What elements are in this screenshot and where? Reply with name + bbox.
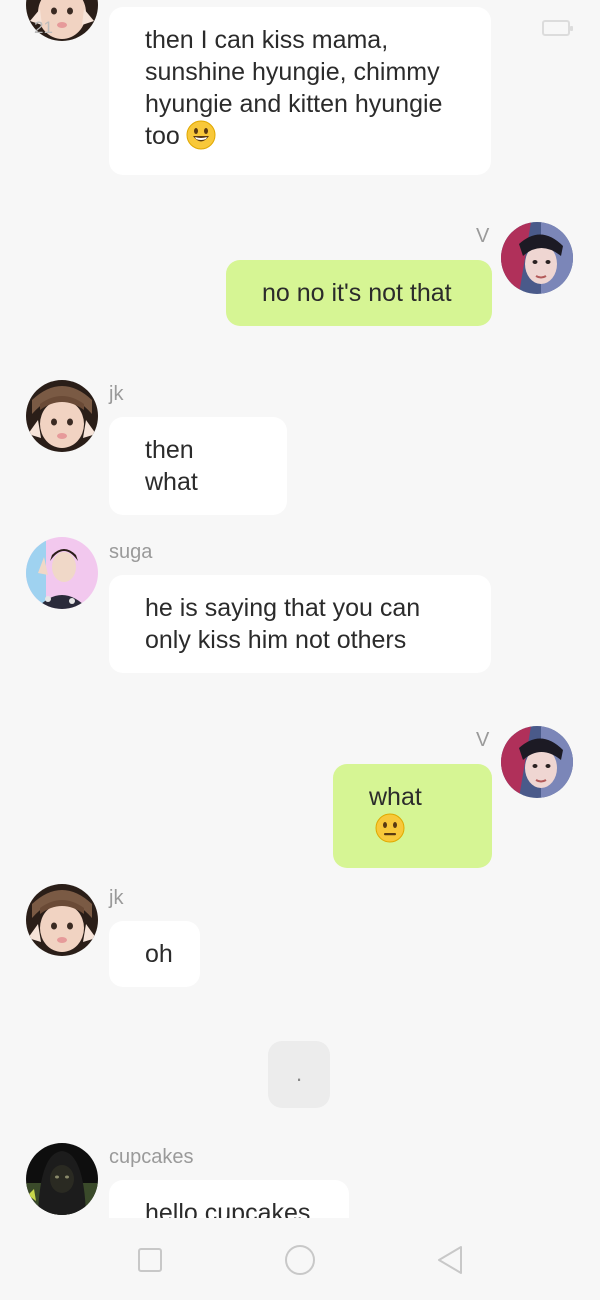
message-bubble[interactable]: hello cupcakes (109, 1180, 349, 1218)
message-bubble[interactable]: what (333, 764, 492, 868)
message-text: he is saying that you can only kiss him … (145, 594, 421, 654)
sender-name: V (476, 729, 490, 751)
message-bubble[interactable]: he is saying that you can only kiss him … (109, 575, 491, 673)
sender-name: V (476, 225, 490, 247)
avatar-jk[interactable] (26, 884, 98, 956)
neutral-face-icon (375, 813, 405, 851)
grinning-face-icon (186, 120, 216, 158)
avatar-jk[interactable] (26, 380, 98, 452)
avatar-v[interactable] (501, 726, 573, 798)
message-bubble[interactable]: then I can kiss mama, sunshine hyungie, … (109, 7, 491, 175)
message-text: no no it's not that (262, 279, 452, 307)
avatar-cupcakes[interactable] (26, 1143, 98, 1215)
system-message: . (268, 1041, 330, 1108)
triangle-back-icon[interactable] (436, 1244, 464, 1281)
circle-home-icon[interactable] (285, 1245, 315, 1275)
message-bubble[interactable]: no no it's not that (226, 260, 492, 326)
message-bubble[interactable]: oh (109, 921, 200, 987)
message-text: what (369, 783, 422, 811)
avatar-v[interactable] (501, 222, 573, 294)
sender-name: jk (109, 887, 124, 909)
sender-name: jk (109, 383, 124, 405)
message-text: hello cupcakes (145, 1199, 311, 1218)
chat-area[interactable]: then I can kiss mama, sunshine hyungie, … (0, 0, 600, 1218)
sender-name: cupcakes (109, 1146, 194, 1168)
battery-icon (542, 20, 573, 36)
square-recents-icon[interactable] (138, 1248, 162, 1272)
system-message-text: . (295, 1061, 303, 1086)
message-text: oh (145, 940, 173, 968)
sender-name: suga (109, 541, 153, 563)
message-bubble[interactable]: then what (109, 417, 287, 515)
status-clock: 21 (34, 18, 53, 37)
avatar-suga[interactable] (26, 537, 98, 609)
message-text: then what (145, 436, 198, 496)
